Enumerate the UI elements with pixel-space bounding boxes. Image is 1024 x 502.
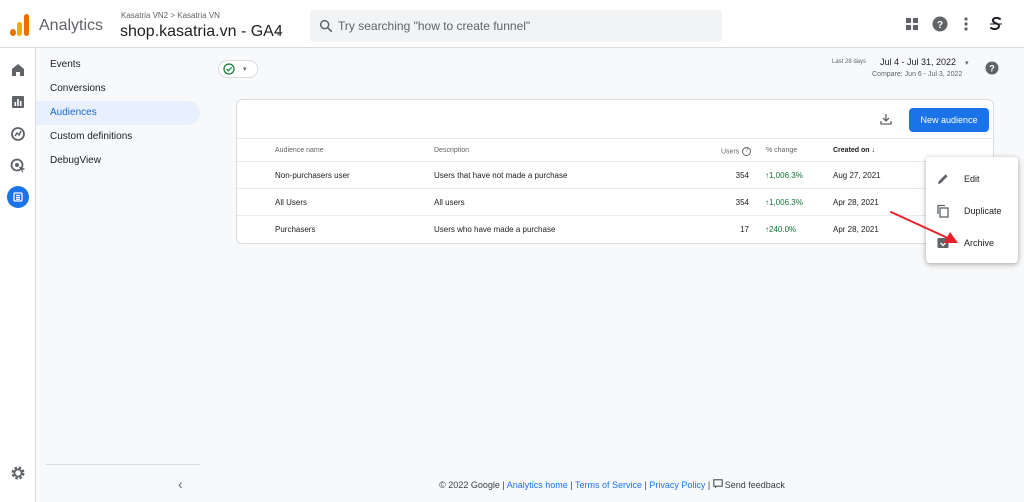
- column-header-created-label: Created on: [833, 147, 870, 154]
- home-icon[interactable]: [9, 61, 27, 79]
- audience-change: ↑1,006.3%: [765, 198, 803, 207]
- svg-text:?: ?: [937, 20, 943, 31]
- footer-separator: |: [707, 480, 711, 490]
- property-dropdown-icon[interactable]: ▾: [276, 29, 280, 38]
- account-avatar-icon[interactable]: [988, 16, 1004, 32]
- analytics-home-link[interactable]: Analytics home: [507, 480, 568, 490]
- configure-icon[interactable]: [9, 188, 27, 206]
- date-dropdown-icon[interactable]: ▾: [965, 59, 969, 67]
- apps-grid-icon[interactable]: [904, 16, 920, 32]
- column-header-name[interactable]: Audience name: [275, 147, 324, 154]
- data-quality-chip[interactable]: ▾: [218, 60, 258, 78]
- audience-users: 17: [740, 225, 749, 234]
- column-header-users-label: Users: [721, 148, 740, 156]
- page-footer: © 2022 Google | Analytics home | Terms o…: [0, 479, 1024, 490]
- analytics-logo-icon[interactable]: [10, 14, 30, 36]
- help-icon[interactable]: ?: [932, 16, 948, 32]
- menu-item-label: Edit: [964, 174, 980, 184]
- terms-of-service-link[interactable]: Terms of Service: [575, 480, 642, 490]
- table-header: Audience name Description Users ? % chan…: [237, 138, 993, 162]
- footer-separator: |: [570, 480, 573, 490]
- reports-icon[interactable]: [9, 93, 27, 111]
- column-header-created[interactable]: Created on ↓: [833, 147, 875, 154]
- audience-created: Apr 28, 2021: [833, 198, 879, 207]
- column-header-change[interactable]: % change: [766, 147, 797, 154]
- date-preset-label: Last 28 days: [832, 59, 867, 65]
- edit-icon: [938, 174, 948, 184]
- sort-arrow-icon: ↓: [871, 147, 876, 154]
- help-icon[interactable]: ?: [985, 61, 999, 75]
- privacy-policy-link[interactable]: Privacy Policy: [649, 480, 705, 490]
- new-audience-button[interactable]: New audience: [909, 108, 989, 132]
- audience-name[interactable]: Non-purchasers user: [275, 171, 350, 180]
- audience-description: All users: [434, 198, 465, 207]
- audience-change: ↑240.0%: [765, 225, 797, 234]
- audience-users: 354: [735, 171, 749, 180]
- menu-item-label: Duplicate: [964, 206, 1002, 216]
- audience-name[interactable]: Purchasers: [275, 225, 315, 234]
- date-range-picker[interactable]: Jul 4 - Jul 31, 2022: [880, 57, 956, 67]
- app-title[interactable]: Analytics: [39, 17, 103, 35]
- audience-created: Apr 28, 2021: [833, 225, 879, 234]
- configure-nav: Events Conversions Audiences Custom defi…: [36, 48, 206, 502]
- footer-separator: |: [644, 480, 647, 490]
- nav-divider: [46, 464, 200, 465]
- menu-item-label: Archive: [964, 238, 995, 248]
- account-breadcrumb[interactable]: Kasatria VN2 > Kasatria VN: [121, 11, 220, 20]
- advertising-icon[interactable]: [9, 157, 27, 175]
- audience-users: 354: [735, 198, 749, 207]
- more-vert-icon[interactable]: [958, 16, 974, 32]
- table-row[interactable]: Non-purchasers user Users that have not …: [237, 162, 993, 189]
- table-row[interactable]: Purchasers Users who have made a purchas…: [237, 216, 993, 243]
- nav-item-audiences[interactable]: Audiences: [36, 101, 200, 125]
- audience-description: Users that have not made a purchase: [434, 171, 568, 180]
- audience-name[interactable]: All Users: [275, 198, 307, 207]
- send-feedback-label: Send feedback: [724, 480, 785, 490]
- footer-separator: |: [502, 480, 505, 490]
- info-icon[interactable]: ?: [742, 147, 752, 156]
- nav-item-custom-definitions[interactable]: Custom definitions: [36, 125, 200, 149]
- property-selector[interactable]: shop.kasatria.vn - GA4: [120, 23, 283, 41]
- search-bar[interactable]: [310, 10, 722, 42]
- nav-item-debugview[interactable]: DebugView: [36, 149, 200, 173]
- date-compare-label: Compare: Jun 6 - Jul 3, 2022: [872, 71, 963, 78]
- feedback-icon: [713, 479, 723, 489]
- column-header-description[interactable]: Description: [434, 147, 469, 154]
- search-input[interactable]: [338, 14, 708, 38]
- column-header-users[interactable]: Users ?: [721, 147, 752, 156]
- menu-item-edit[interactable]: Edit: [926, 163, 1018, 195]
- chevron-down-icon: ▾: [243, 66, 247, 73]
- audience-change: ↑1,006.3%: [765, 171, 803, 180]
- nav-item-events[interactable]: Events: [36, 53, 200, 77]
- annotation-arrow-icon: [890, 211, 958, 243]
- nav-item-conversions[interactable]: Conversions: [36, 77, 200, 101]
- audience-description: Users who have made a purchase: [434, 225, 556, 234]
- copyright-text: © 2022 Google: [439, 480, 500, 490]
- explore-icon[interactable]: [9, 125, 27, 143]
- left-rail: [0, 48, 36, 502]
- check-circle-icon: [223, 63, 235, 75]
- audiences-card: New audience Audience name Description U…: [236, 99, 994, 244]
- svg-text:?: ?: [989, 64, 995, 74]
- table-row[interactable]: All Users All users 354 ↑1,006.3% Apr 28…: [237, 189, 993, 216]
- top-app-bar: Analytics Kasatria VN2 > Kasatria VN sho…: [0, 0, 1024, 48]
- search-icon: [319, 19, 333, 33]
- audience-created: Aug 27, 2021: [833, 171, 881, 180]
- download-icon[interactable]: [879, 112, 893, 126]
- send-feedback-button[interactable]: Send feedback: [713, 479, 785, 490]
